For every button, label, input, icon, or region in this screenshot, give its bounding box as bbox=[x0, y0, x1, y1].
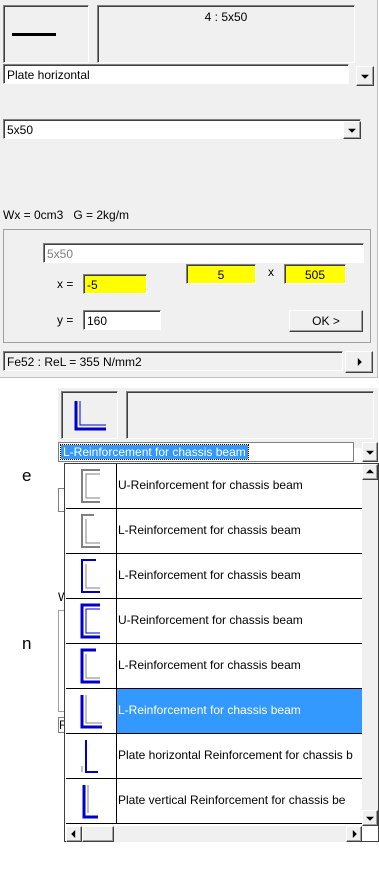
list-item-label: U-Reinforcement for chassis beam bbox=[118, 478, 303, 492]
profile-code-text: 4 : 5x50 bbox=[204, 10, 248, 24]
list-item[interactable]: U-Reinforcement for chassis beam bbox=[66, 464, 362, 509]
u-channel-blue-icon bbox=[80, 603, 100, 639]
selected-profile-code-display bbox=[126, 391, 374, 439]
profile-type-combo[interactable]: L-Reinforcement for chassis beam bbox=[58, 442, 354, 462]
plate-vertical-icon bbox=[82, 785, 98, 819]
chevron-down-icon bbox=[366, 450, 374, 455]
list-item-label: Plate vertical Reinforcement for chassis… bbox=[118, 793, 346, 807]
list-item[interactable]: Plate vertical Reinforcement for chassis… bbox=[66, 779, 362, 824]
selected-profile-preview bbox=[61, 391, 118, 439]
scroll-up-button[interactable] bbox=[362, 464, 378, 480]
material-next-button[interactable] bbox=[345, 351, 373, 373]
scroll-down-button[interactable] bbox=[362, 810, 378, 826]
profile-preview bbox=[3, 5, 89, 63]
dimension-separator: x bbox=[268, 265, 274, 279]
horizontal-scrollbar[interactable] bbox=[66, 826, 362, 842]
l-angle-grey-icon bbox=[81, 514, 100, 548]
list-item-label: Plate horizontal Reinforcement for chass… bbox=[118, 748, 353, 762]
chevron-left-icon bbox=[71, 830, 76, 838]
profile-type-field[interactable]: Plate horizontal bbox=[3, 64, 349, 84]
background-text-fragment: n bbox=[22, 634, 32, 653]
scroll-right-button[interactable] bbox=[346, 826, 362, 842]
list-item-label: U-Reinforcement for chassis beam bbox=[118, 613, 303, 627]
list-item-label: L-Reinforcement for chassis beam bbox=[118, 568, 301, 582]
section-name-field[interactable]: 5x50 bbox=[43, 243, 364, 263]
profile-code-display: 4 : 5x50 bbox=[97, 5, 355, 63]
plate-horizontal-icon bbox=[12, 33, 56, 36]
list-item-label: L-Reinforcement for chassis beam bbox=[118, 703, 301, 717]
list-item-label: L-Reinforcement for chassis beam bbox=[118, 523, 301, 537]
scroll-thumb[interactable] bbox=[82, 826, 114, 842]
chevron-right-icon bbox=[352, 830, 357, 838]
chevron-down-icon bbox=[361, 74, 369, 79]
chevron-down-icon bbox=[348, 128, 356, 133]
list-item[interactable]: U-Reinforcement for chassis beam bbox=[66, 599, 362, 644]
profile-size-dropdown-button[interactable] bbox=[343, 121, 361, 139]
ok-button[interactable]: OK > bbox=[289, 310, 363, 332]
x-input[interactable]: -5 bbox=[83, 274, 147, 294]
list-item-selected[interactable]: L-Reinforcement for chassis beam bbox=[66, 689, 362, 734]
chevron-up-icon bbox=[366, 469, 374, 474]
profile-picker-panel bbox=[58, 388, 378, 448]
profile-type-combo-value: L-Reinforcement for chassis beam bbox=[60, 444, 249, 460]
dimension-b-input[interactable]: 505 bbox=[284, 264, 346, 284]
chevron-down-icon bbox=[366, 816, 374, 821]
section-group-box: 5x50 x = -5 y = 160 5 x 505 OK > bbox=[3, 229, 371, 343]
profile-type-combo-dropdown-button[interactable] bbox=[362, 442, 378, 462]
profile-type-dropdown-button[interactable] bbox=[356, 66, 374, 86]
scroll-left-button[interactable] bbox=[66, 826, 82, 842]
list-item[interactable]: L-Reinforcement for chassis beam bbox=[66, 554, 362, 599]
vertical-scrollbar[interactable] bbox=[362, 464, 378, 826]
y-label: y = bbox=[57, 313, 74, 327]
l-angle-blue-icon bbox=[74, 401, 106, 431]
background-text-fragment: e bbox=[22, 466, 32, 485]
profile-size-select[interactable]: 5x50 bbox=[3, 119, 361, 139]
list-item[interactable]: L-Reinforcement for chassis beam bbox=[66, 644, 362, 689]
chevron-right-icon bbox=[357, 358, 362, 366]
plate-horizontal-icon bbox=[81, 740, 98, 773]
list-item-label: L-Reinforcement for chassis beam bbox=[118, 658, 301, 672]
x-label: x = bbox=[57, 277, 74, 291]
top-panel: 4 : 5x50 Plate horizontal 5x50 Wx = 0cm3… bbox=[0, 0, 378, 378]
list-item[interactable]: Plate horizontal Reinforcement for chass… bbox=[66, 734, 362, 779]
section-properties: Wx = 0cm3 G = 2kg/m bbox=[3, 208, 130, 222]
dimension-a-input[interactable]: 5 bbox=[186, 264, 256, 284]
material-field: Fe52 : ReL = 355 N/mm2 bbox=[3, 351, 343, 371]
l-angle-blue-icon bbox=[81, 559, 100, 593]
l-angle-blue-icon bbox=[80, 695, 102, 729]
l-angle-blue-icon bbox=[80, 648, 100, 684]
y-input[interactable]: 160 bbox=[83, 310, 161, 330]
list-item[interactable]: L-Reinforcement for chassis beam bbox=[66, 509, 362, 554]
u-channel-grey-icon bbox=[81, 469, 100, 503]
